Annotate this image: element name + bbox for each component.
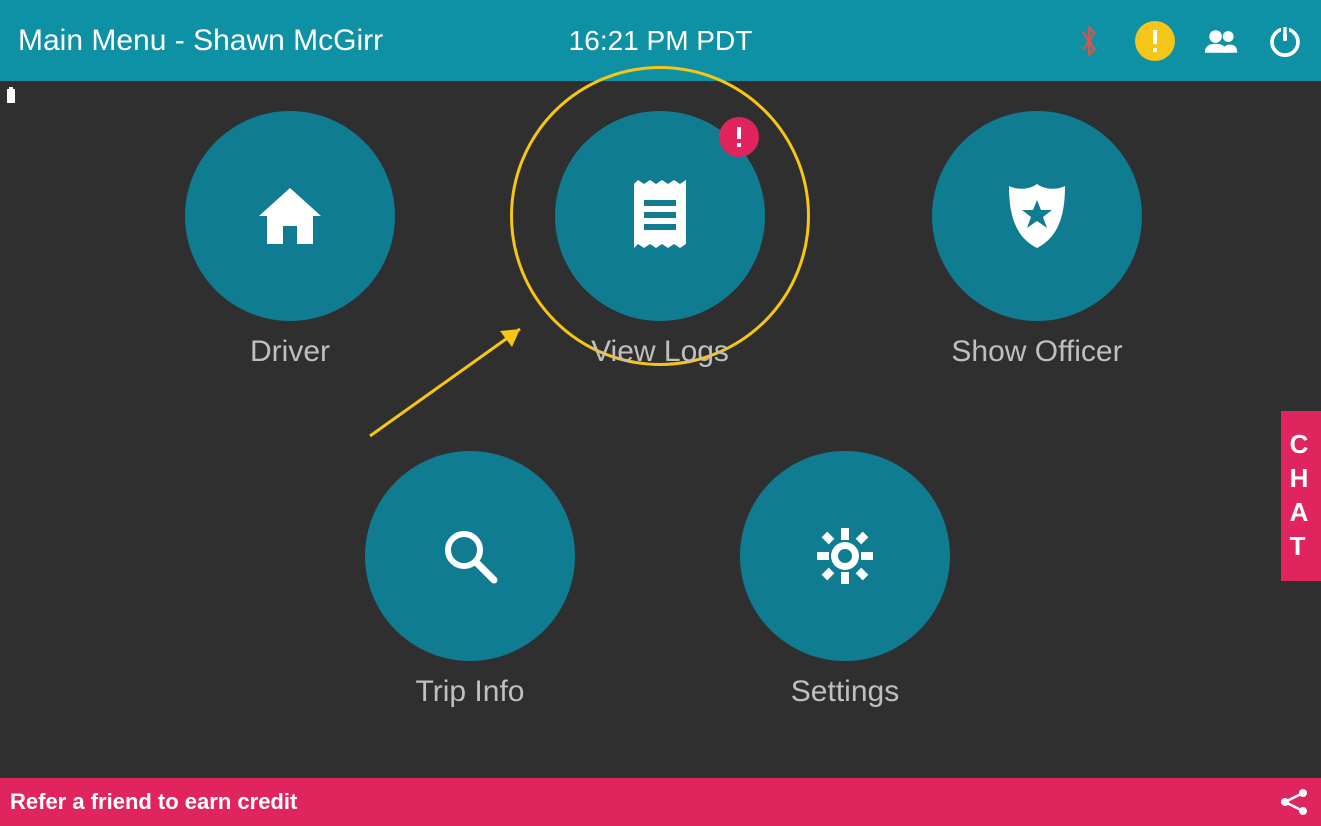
share-icon[interactable] bbox=[1277, 785, 1311, 819]
receipt-icon bbox=[630, 180, 690, 252]
battery-icon bbox=[6, 87, 16, 103]
settings-label: Settings bbox=[740, 675, 950, 709]
header-icons-group bbox=[1071, 21, 1303, 61]
menu-item-viewlogs: View Logs bbox=[555, 111, 765, 369]
tripinfo-label: Trip Info bbox=[365, 675, 575, 709]
driver-label: Driver bbox=[185, 335, 395, 369]
officer-label: Show Officer bbox=[932, 335, 1142, 369]
officer-button[interactable] bbox=[932, 111, 1142, 321]
alert-badge-icon[interactable] bbox=[1135, 21, 1175, 61]
users-icon[interactable] bbox=[1203, 23, 1239, 59]
viewlogs-button[interactable] bbox=[555, 111, 765, 321]
bluetooth-icon[interactable] bbox=[1071, 23, 1107, 59]
menu-item-officer: Show Officer bbox=[932, 111, 1142, 369]
chat-tab-label: CHAT bbox=[1290, 428, 1313, 563]
viewlogs-label: View Logs bbox=[555, 335, 765, 369]
footer-text: Refer a friend to earn credit bbox=[10, 789, 297, 815]
header-bar: Main Menu - Shawn McGirr 16:21 PM PDT bbox=[0, 0, 1321, 81]
home-icon bbox=[255, 184, 325, 248]
menu-item-driver: Driver bbox=[185, 111, 395, 369]
settings-button[interactable] bbox=[740, 451, 950, 661]
footer-bar[interactable]: Refer a friend to earn credit bbox=[0, 778, 1321, 826]
menu-item-tripinfo: Trip Info bbox=[365, 451, 575, 709]
search-icon bbox=[440, 526, 500, 586]
clock-time: 16:21 PM PDT bbox=[569, 25, 753, 57]
chat-side-tab[interactable]: CHAT bbox=[1281, 411, 1321, 581]
main-content: Driver bbox=[0, 81, 1321, 778]
menu-item-settings: Settings bbox=[740, 451, 950, 709]
tripinfo-button[interactable] bbox=[365, 451, 575, 661]
badge-shield-icon bbox=[1005, 180, 1069, 252]
page-title: Main Menu - Shawn McGirr bbox=[18, 24, 383, 58]
power-icon[interactable] bbox=[1267, 23, 1303, 59]
viewlogs-alert-badge bbox=[719, 117, 759, 157]
gear-icon bbox=[813, 524, 877, 588]
driver-button[interactable] bbox=[185, 111, 395, 321]
